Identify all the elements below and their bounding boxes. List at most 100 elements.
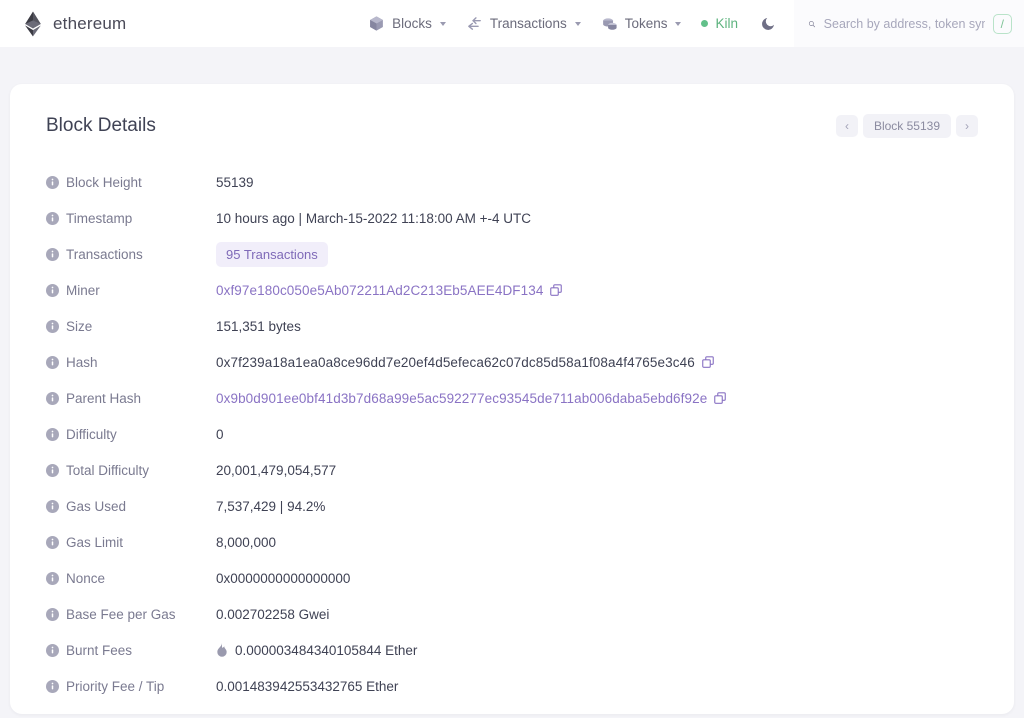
detail-value: 0x7f239a18a1ea0a8ce96dd7e20ef4d5efeca62c… — [216, 355, 714, 370]
detail-value: 10 hours ago | March-15-2022 11:18:00 AM… — [216, 211, 531, 226]
detail-value: 0.000003484340105844 Ether — [216, 642, 417, 658]
detail-value: 0 — [216, 427, 224, 442]
copy-icon[interactable] — [701, 356, 714, 368]
detail-row: Gas Used 7,537,429 | 94.2% — [46, 488, 978, 524]
info-icon — [46, 391, 59, 405]
copy-button[interactable] — [701, 356, 714, 368]
info-icon — [46, 463, 59, 477]
info-icon — [46, 175, 59, 189]
info-icon — [46, 607, 59, 621]
detail-label: Transactions — [46, 247, 216, 262]
block-pager: ‹ Block 55139 › — [835, 114, 978, 138]
detail-row: Parent Hash 0x9b0d901ee0bf41d3b7d68a99e5a… — [46, 380, 978, 416]
detail-row: Priority Fee / Tip 0.001483942553432765 E… — [46, 668, 978, 704]
detail-label: Burnt Fees — [46, 643, 216, 658]
nav-menu: Blocks Transactions Tokens Kiln — [368, 14, 786, 34]
detail-row: Transactions 95 Transactions — [46, 236, 978, 272]
copy-icon[interactable] — [714, 392, 727, 404]
detail-value-text: 8,000,000 — [216, 534, 277, 550]
nav-label-blocks: Blocks — [392, 16, 432, 31]
brand-home-link[interactable]: ethereum — [22, 11, 126, 37]
detail-label-text: Hash — [66, 354, 98, 370]
copy-icon[interactable] — [550, 284, 563, 296]
detail-label: Gas Used — [46, 499, 216, 514]
detail-value: 0x0000000000000000 — [216, 571, 350, 586]
search-icon — [808, 20, 816, 27]
network-label: Kiln — [715, 16, 738, 31]
detail-label: Block Height — [46, 175, 216, 190]
search-input[interactable] — [823, 16, 985, 31]
next-block-button[interactable]: › — [956, 115, 978, 137]
detail-value-text: 0.001483942553432765 Ether — [216, 678, 399, 694]
detail-label-text: Total Difficulty — [66, 462, 150, 478]
detail-value-text: 55139 — [216, 174, 254, 190]
info-icon — [46, 247, 59, 261]
detail-label-text: Transactions — [66, 246, 143, 262]
info-icon — [46, 427, 59, 441]
chevron-down-icon — [439, 21, 446, 26]
prev-block-button[interactable]: ‹ — [835, 115, 858, 137]
detail-label-text: Gas Used — [66, 498, 127, 514]
copy-button[interactable] — [714, 392, 727, 404]
hash-text: 0x7f239a18a1ea0a8ce96dd7e20ef4d5efeca62c… — [216, 354, 695, 370]
detail-label: Parent Hash — [46, 391, 216, 406]
info-icon — [46, 283, 59, 297]
transactions-badge[interactable]: 95 Transactions — [216, 241, 328, 267]
info-icon — [46, 355, 59, 369]
detail-value: 151,351 bytes — [216, 319, 301, 334]
network-status-dot — [701, 20, 709, 27]
detail-value-text: 7,537,429 | 94.2% — [216, 498, 326, 514]
detail-row: Block Height 55139 — [46, 164, 978, 200]
network-selector[interactable]: Kiln — [701, 16, 738, 31]
search-container[interactable]: / — [794, 0, 1024, 47]
detail-label: Priority Fee / Tip — [46, 679, 216, 694]
detail-value: 7,537,429 | 94.2% — [216, 499, 325, 514]
detail-row: Burnt Fees 0.000003484340105844 Ether — [46, 632, 978, 668]
brand-name: ethereum — [53, 13, 127, 33]
address-link[interactable]: 0xf97e180c050e5Ab072211Ad2C213Eb5AEE4DF1… — [216, 283, 543, 298]
detail-value: 20,001,479,054,577 — [216, 463, 336, 478]
address-link[interactable]: 0x9b0d901ee0bf41d3b7d68a99e5ac592277ec93… — [216, 391, 707, 406]
info-icon — [46, 679, 59, 693]
detail-value: 0xf97e180c050e5Ab072211Ad2C213Eb5AEE4DF1… — [216, 283, 563, 298]
copy-button[interactable] — [550, 284, 563, 296]
detail-value: 95 Transactions — [216, 241, 328, 267]
info-icon — [46, 643, 59, 657]
detail-value-text: 20,001,479,054,577 — [216, 462, 337, 478]
detail-label: Size — [46, 319, 216, 334]
detail-label-text: Size — [66, 318, 93, 334]
detail-label-text: Timestamp — [66, 210, 133, 226]
detail-row: Gas Limit 8,000,000 — [46, 524, 978, 560]
detail-label-text: Difficulty — [66, 426, 117, 442]
detail-value-text: 0 — [216, 426, 224, 442]
detail-label: Difficulty — [46, 427, 216, 442]
detail-value-text: 10 hours ago | March-15-2022 11:18:00 AM… — [216, 210, 532, 226]
detail-label-text: Burnt Fees — [66, 642, 133, 658]
nav-item-transactions[interactable]: Transactions — [466, 15, 581, 32]
cube-icon — [370, 16, 384, 31]
card-header: Block Details ‹ Block 55139 › — [38, 108, 986, 138]
detail-value-text: 151,351 bytes — [216, 318, 301, 334]
current-block-label[interactable]: Block 55139 — [862, 114, 951, 138]
search-shortcut-badge: / — [992, 13, 1012, 34]
detail-row: Nonce 0x0000000000000000 — [46, 560, 978, 596]
nav-label-transactions: Transactions — [489, 16, 567, 31]
page-title: Block Details — [46, 115, 156, 136]
ethereum-logo-icon — [25, 11, 41, 36]
detail-row: Difficulty 0 — [46, 416, 978, 452]
detail-row: Size 151,351 bytes — [46, 308, 978, 344]
detail-label-text: Priority Fee / Tip — [66, 678, 165, 694]
detail-label: Timestamp — [46, 211, 216, 226]
detail-value: 0x9b0d901ee0bf41d3b7d68a99e5ac592277ec93… — [216, 391, 727, 406]
detail-label: Hash — [46, 355, 216, 370]
detail-row: Base Fee per Gas 0.002702258 Gwei — [46, 596, 978, 632]
theme-toggle-button[interactable] — [758, 14, 778, 34]
detail-value-text: 0x0000000000000000 — [216, 570, 351, 586]
info-icon — [46, 211, 59, 225]
moon-icon — [762, 17, 774, 30]
top-navbar: ethereum Blocks Transactions Tokens Kiln… — [0, 0, 1024, 47]
nav-item-tokens[interactable]: Tokens — [601, 15, 682, 32]
detail-row: Miner 0xf97e180c050e5Ab072211Ad2C213Eb5AE… — [46, 272, 978, 308]
detail-label-text: Block Height — [66, 174, 142, 190]
nav-item-blocks[interactable]: Blocks — [368, 15, 446, 32]
